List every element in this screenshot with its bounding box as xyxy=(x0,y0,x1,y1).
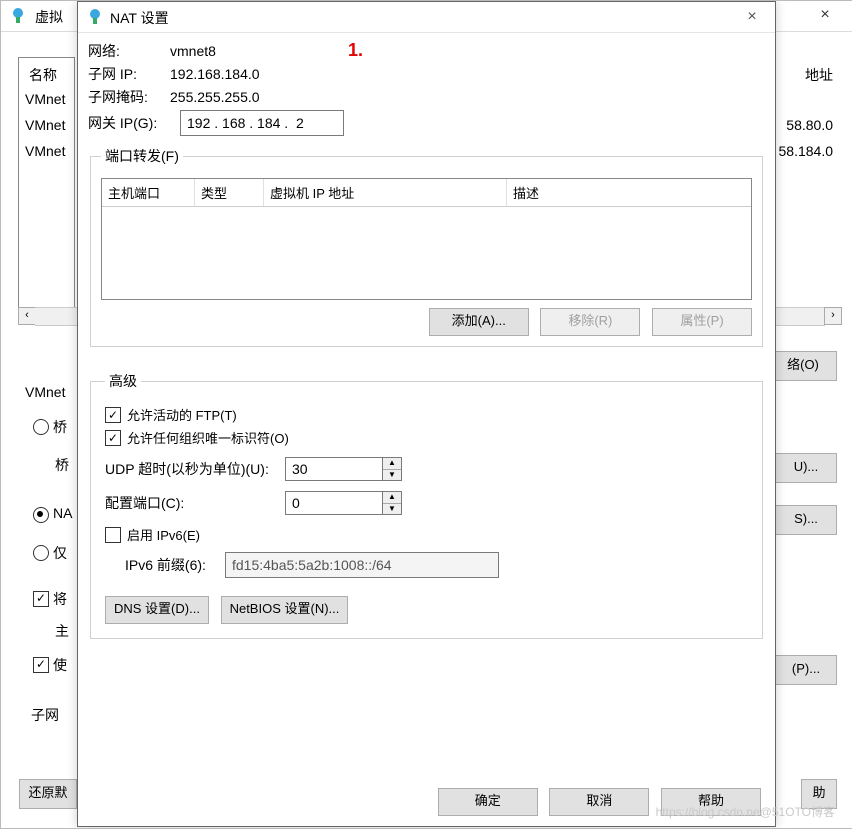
dlg-titlebar: NAT 设置 × xyxy=(78,2,775,33)
oui-row: ✓ 允许任何组织唯一标识符(O) xyxy=(105,428,748,447)
udp-timeout-input[interactable] xyxy=(286,458,382,480)
udp-timeout-row: UDP 超时(以秒为单位)(U): ▲▼ xyxy=(105,457,748,481)
subnet-mask-label: 子网掩码: xyxy=(88,87,170,107)
advanced-buttons: DNS 设置(D)... NetBIOS 设置(N)... xyxy=(105,596,748,624)
subnet-mask-value: 255.255.255.0 xyxy=(170,89,260,105)
bg-col-name: 名称 xyxy=(29,65,57,85)
ipv6-prefix-row: IPv6 前缀(6): xyxy=(125,552,748,578)
remove-button: 移除(R) xyxy=(540,308,640,336)
col-type[interactable]: 类型 xyxy=(195,179,264,206)
bg-radio-nat-label: NA xyxy=(53,505,72,521)
port-forward-fieldset: 端口转发(F) 主机端口 类型 虚拟机 IP 地址 描述 添加(A)... 移除… xyxy=(90,146,763,347)
spin-down-icon[interactable]: ▼ xyxy=(383,504,401,515)
bg-bridge-sub: 桥 xyxy=(55,455,69,475)
dlg-body: 1. 网络: vmnet8 子网 IP: 192.168.184.0 子网掩码:… xyxy=(88,38,765,776)
bg-check-connect[interactable]: ✓ xyxy=(33,591,49,607)
bg-radio-nat[interactable] xyxy=(33,507,49,523)
bg-restore-button[interactable]: 还原默 xyxy=(19,779,77,809)
ipv6-label: 启用 IPv6(E) xyxy=(127,525,200,544)
bg-row-1[interactable]: VMnet xyxy=(25,117,65,133)
config-port-spinner[interactable]: ▲▼ xyxy=(285,491,402,515)
subnet-mask-row: 子网掩码: 255.255.255.0 xyxy=(88,87,765,107)
nat-icon xyxy=(86,8,104,26)
udp-timeout-spinner[interactable]: ▲▼ xyxy=(285,457,402,481)
oui-checkbox[interactable]: ✓ xyxy=(105,430,121,446)
add-button[interactable]: 添加(A)... xyxy=(429,308,529,336)
bg-network-button[interactable]: 络(O) xyxy=(769,351,837,381)
gateway-label: 网关 IP(G): xyxy=(88,113,180,133)
config-port-label: 配置端口(C): xyxy=(105,493,285,513)
oui-label: 允许任何组织唯一标识符(O) xyxy=(127,428,289,447)
bg-row-2[interactable]: VMnet xyxy=(25,143,65,159)
spin-up-icon[interactable]: ▲ xyxy=(383,458,401,470)
ipv6-row: 启用 IPv6(E) xyxy=(105,525,748,544)
bg-addr-2: 58.184.0 xyxy=(779,143,834,159)
config-port-input[interactable] xyxy=(286,492,382,514)
bg-check-dhcp[interactable]: ✓ xyxy=(33,657,49,673)
app-icon xyxy=(9,7,27,25)
dialog-footer: 确定 取消 帮助 xyxy=(430,788,761,816)
bg-row-0[interactable]: VMnet xyxy=(25,91,65,107)
bg-radio-bridged[interactable] xyxy=(33,419,49,435)
netbios-settings-button[interactable]: NetBIOS 设置(N)... xyxy=(221,596,349,624)
scroll-left-icon[interactable]: ‹ xyxy=(18,307,36,325)
subnet-ip-label: 子网 IP: xyxy=(88,64,170,84)
annotation-marker: 1. xyxy=(348,40,363,61)
bg-radio-hostonly-label: 仅 xyxy=(53,543,67,563)
port-forward-table[interactable]: 主机端口 类型 虚拟机 IP 地址 描述 xyxy=(101,178,752,300)
ipv6-prefix-label: IPv6 前缀(6): xyxy=(125,555,225,575)
port-forward-legend: 端口转发(F) xyxy=(101,146,183,166)
bg-radio-hostonly[interactable] xyxy=(33,545,49,561)
bg-auto-button[interactable]: U)... xyxy=(775,453,837,483)
bg-help-button[interactable]: 助 xyxy=(801,779,837,809)
bg-dhcp-settings-button[interactable]: (P)... xyxy=(775,655,837,685)
properties-button: 属性(P) xyxy=(652,308,752,336)
nat-settings-dialog: NAT 设置 × 1. 网络: vmnet8 子网 IP: 192.168.18… xyxy=(77,1,776,827)
ftp-checkbox[interactable]: ✓ xyxy=(105,407,121,423)
bg-nat-settings-button[interactable]: S)... xyxy=(775,505,837,535)
bg-vmnet-info-label: VMnet xyxy=(25,384,65,400)
col-host-port[interactable]: 主机端口 xyxy=(102,179,195,206)
bg-close-button[interactable]: × xyxy=(802,1,848,29)
port-forward-buttons: 添加(A)... 移除(R) 属性(P) xyxy=(101,308,752,336)
config-port-row: 配置端口(C): ▲▼ xyxy=(105,491,748,515)
dns-settings-button[interactable]: DNS 设置(D)... xyxy=(105,596,209,624)
bg-window-title: 虚拟 xyxy=(35,7,63,27)
network-value: vmnet8 xyxy=(170,43,216,59)
bg-check-connect-label: 将 xyxy=(53,589,67,609)
close-button[interactable]: × xyxy=(729,2,775,32)
ftp-label: 允许活动的 FTP(T) xyxy=(127,405,237,424)
ftp-row: ✓ 允许活动的 FTP(T) xyxy=(105,405,748,424)
advanced-fieldset: 高级 ✓ 允许活动的 FTP(T) ✓ 允许任何组织唯一标识符(O) UDP 超… xyxy=(90,371,763,639)
network-label: 网络: xyxy=(88,41,170,61)
gateway-row: 网关 IP(G): xyxy=(88,110,765,136)
spin-up-icon[interactable]: ▲ xyxy=(383,492,401,504)
cancel-button[interactable]: 取消 xyxy=(549,788,649,816)
ok-button[interactable]: 确定 xyxy=(438,788,538,816)
gateway-input[interactable] xyxy=(180,110,344,136)
bg-host-sub: 主 xyxy=(55,621,69,641)
dlg-title: NAT 设置 xyxy=(110,8,169,28)
ipv6-checkbox[interactable] xyxy=(105,527,121,543)
col-desc[interactable]: 描述 xyxy=(507,179,751,206)
bg-radio-bridged-label: 桥 xyxy=(53,417,67,437)
scroll-right-icon[interactable]: › xyxy=(824,307,842,325)
col-vm-ip[interactable]: 虚拟机 IP 地址 xyxy=(264,179,507,206)
bg-subnet-label: 子网 xyxy=(31,705,59,725)
bg-addr-1: 58.80.0 xyxy=(786,117,833,133)
subnet-ip-row: 子网 IP: 192.168.184.0 xyxy=(88,64,765,84)
network-row: 网络: vmnet8 xyxy=(88,41,765,61)
bg-col-addr: 地址 xyxy=(805,65,833,85)
spin-down-icon[interactable]: ▼ xyxy=(383,470,401,481)
bg-check-dhcp-label: 使 xyxy=(53,655,67,675)
udp-timeout-label: UDP 超时(以秒为单位)(U): xyxy=(105,459,285,479)
ipv6-prefix-input xyxy=(225,552,499,578)
advanced-legend: 高级 xyxy=(105,371,141,391)
subnet-ip-value: 192.168.184.0 xyxy=(170,66,260,82)
help-button[interactable]: 帮助 xyxy=(661,788,761,816)
port-forward-header: 主机端口 类型 虚拟机 IP 地址 描述 xyxy=(102,179,751,207)
